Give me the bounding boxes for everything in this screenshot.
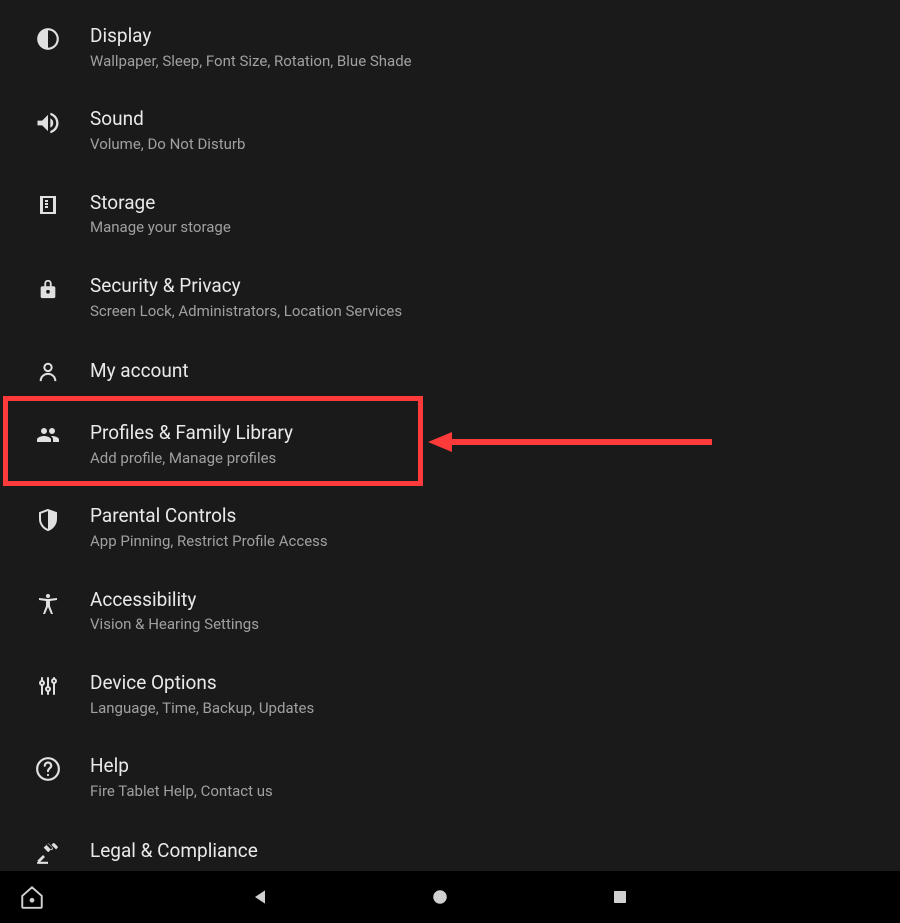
sliders-icon <box>24 673 72 699</box>
item-subtitle: Language, Time, Backup, Updates <box>90 699 314 719</box>
item-subtitle: Volume, Do Not Disturb <box>90 135 245 155</box>
settings-item-help[interactable]: Help Fire Tablet Help, Contact us <box>0 736 900 819</box>
item-title: Sound <box>90 107 245 131</box>
nav-back-button[interactable] <box>240 877 280 917</box>
item-title: Profiles & Family Library <box>90 421 293 445</box>
item-title: Legal & Compliance <box>90 839 258 863</box>
item-subtitle: App Pinning, Restrict Profile Access <box>90 532 328 552</box>
item-subtitle: Fire Tablet Help, Contact us <box>90 782 273 802</box>
nav-home-button[interactable] <box>12 877 52 917</box>
person-icon <box>24 359 72 385</box>
item-title: Device Options <box>90 671 314 695</box>
storage-icon <box>24 193 72 217</box>
item-subtitle: Screen Lock, Administrators, Location Se… <box>90 302 402 322</box>
settings-item-profiles[interactable]: Profiles & Family Library Add profile, M… <box>0 403 900 486</box>
item-title: Display <box>90 24 412 48</box>
people-icon <box>24 423 72 447</box>
item-subtitle: Vision & Hearing Settings <box>90 615 259 635</box>
lock-icon <box>24 276 72 302</box>
sound-icon <box>24 109 72 137</box>
shield-icon <box>24 506 72 534</box>
settings-item-storage[interactable]: Storage Manage your storage <box>0 173 900 256</box>
nav-recent-button[interactable] <box>600 877 640 917</box>
item-subtitle: Wallpaper, Sleep, Font Size, Rotation, B… <box>90 52 412 72</box>
settings-item-display[interactable]: Display Wallpaper, Sleep, Font Size, Rot… <box>0 6 900 89</box>
settings-item-sound[interactable]: Sound Volume, Do Not Disturb <box>0 89 900 172</box>
item-title: Parental Controls <box>90 504 328 528</box>
item-title: Security & Privacy <box>90 274 402 298</box>
item-title: Storage <box>90 191 231 215</box>
nav-home-circle-button[interactable] <box>420 877 460 917</box>
item-title: Help <box>90 754 273 778</box>
gavel-icon <box>24 839 72 865</box>
accessibility-icon <box>24 590 72 618</box>
navigation-bar <box>0 871 900 923</box>
item-title: My account <box>90 359 189 383</box>
settings-item-device[interactable]: Device Options Language, Time, Backup, U… <box>0 653 900 736</box>
settings-item-legal[interactable]: Legal & Compliance <box>0 819 900 875</box>
contrast-icon <box>24 26 72 52</box>
item-subtitle: Manage your storage <box>90 218 231 238</box>
help-icon <box>24 756 72 782</box>
settings-item-accessibility[interactable]: Accessibility Vision & Hearing Settings <box>0 570 900 653</box>
settings-item-parental[interactable]: Parental Controls App Pinning, Restrict … <box>0 486 900 569</box>
settings-item-security[interactable]: Security & Privacy Screen Lock, Administ… <box>0 256 900 339</box>
settings-list: Display Wallpaper, Sleep, Font Size, Rot… <box>0 0 900 875</box>
item-title: Accessibility <box>90 588 259 612</box>
settings-item-account[interactable]: My account <box>0 339 900 403</box>
item-subtitle: Add profile, Manage profiles <box>90 449 293 469</box>
